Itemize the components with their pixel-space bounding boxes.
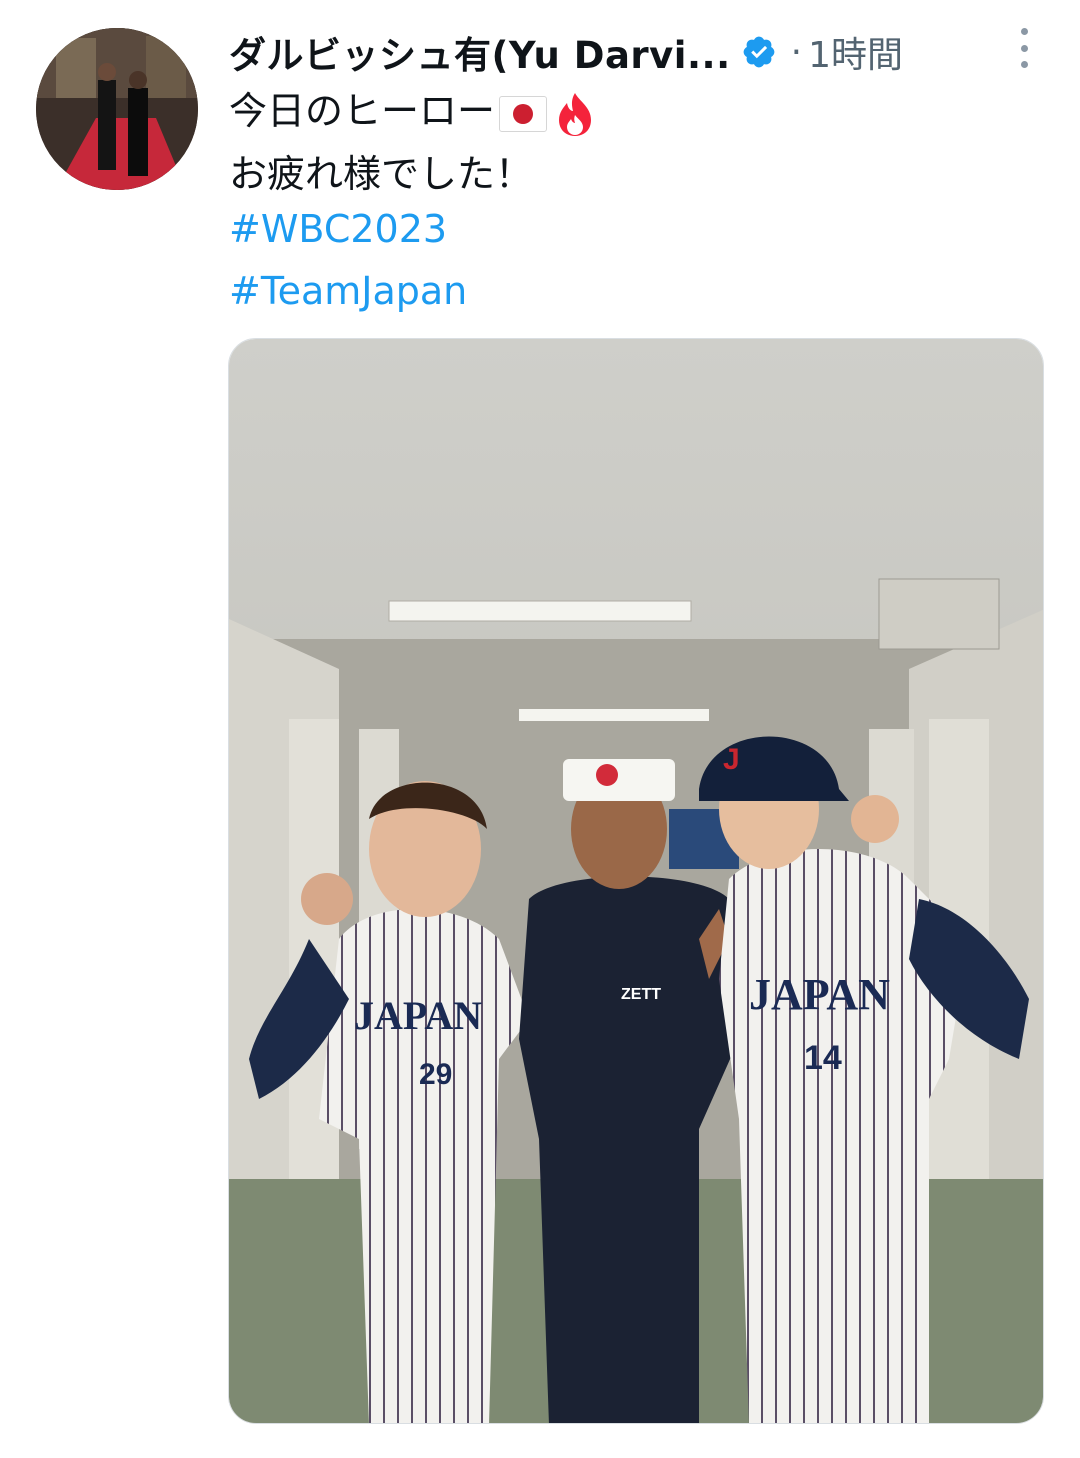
avatar-image: [36, 28, 198, 190]
shirt-logo: ZETT: [621, 986, 661, 1003]
tweet-text-line2: お疲れ様でした！: [229, 152, 534, 196]
locker-room-photo: J JAPAN 29 JAPAN 14 ZETT: [229, 339, 1043, 1423]
tweet-header: ダルビッシュ有(Yu Darvi... · 1時間: [229, 24, 1040, 80]
profile-avatar[interactable]: [36, 28, 198, 190]
hashtag-link[interactable]: #WBC2023: [229, 200, 447, 258]
tweet-photo[interactable]: J JAPAN 29 JAPAN 14 ZETT: [228, 338, 1044, 1424]
timestamp[interactable]: 1時間: [808, 26, 903, 78]
jersey-wordmark-right: JAPAN: [749, 970, 890, 1019]
tweet-text-line1: 今日のヒーロー: [229, 82, 597, 140]
fire-icon: [553, 91, 597, 137]
jersey-wordmark-left: JAPAN: [354, 993, 482, 1038]
tweet-text: 今日のヒーロー: [229, 89, 496, 133]
verified-badge-icon: [741, 34, 777, 70]
jersey-number-right: 14: [804, 1039, 842, 1077]
separator: ·: [790, 31, 803, 73]
japan-flag-icon: [499, 95, 548, 132]
more-options-icon[interactable]: [1012, 28, 1036, 68]
jersey-number-left: 29: [419, 1058, 452, 1091]
cap-letter: J: [723, 743, 740, 776]
hashtag-link[interactable]: #TeamJapan: [229, 262, 467, 320]
display-name[interactable]: ダルビッシュ有(Yu Darvi...: [229, 25, 731, 79]
